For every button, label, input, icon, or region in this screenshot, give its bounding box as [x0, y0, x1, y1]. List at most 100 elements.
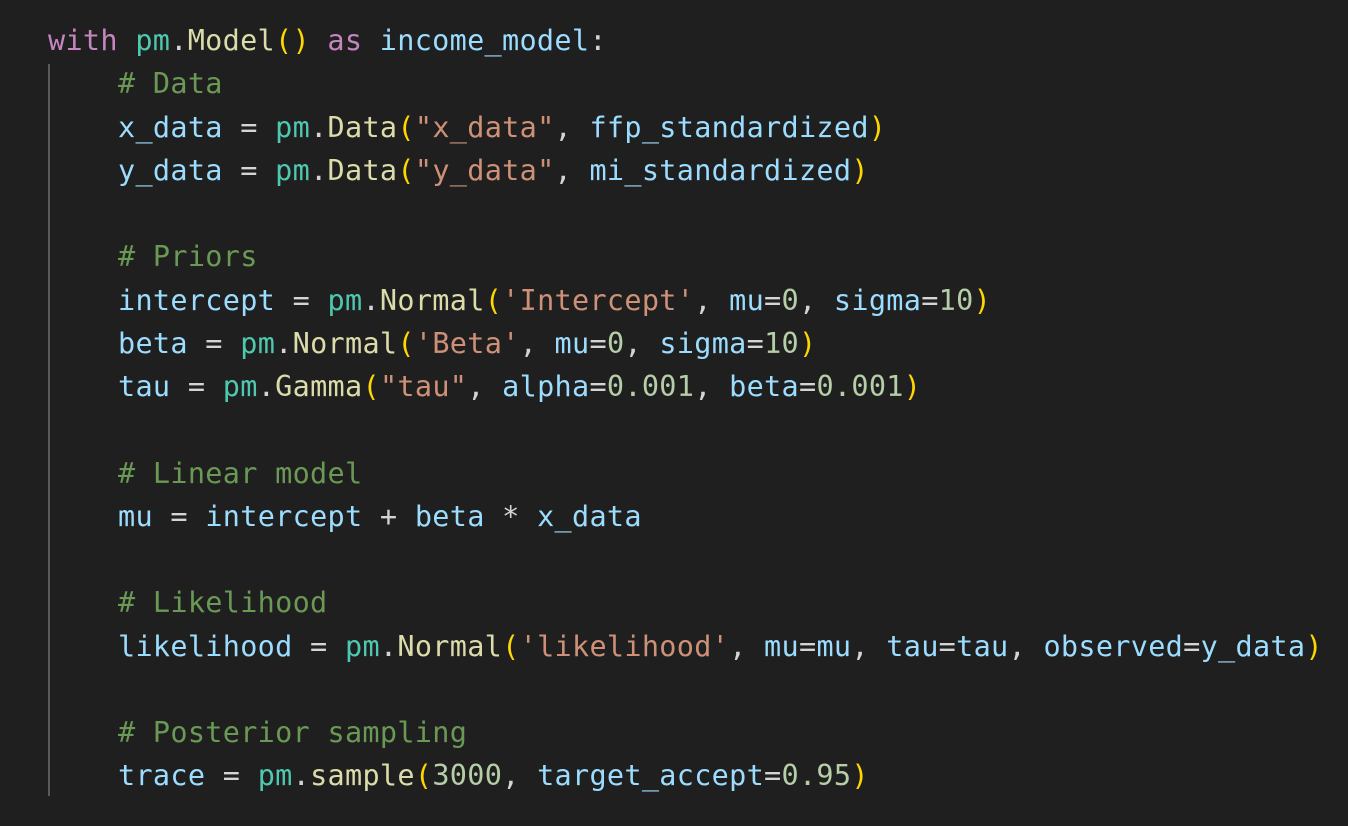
code-token: Data — [327, 110, 398, 144]
code-token: = — [746, 326, 765, 360]
code-token: ffp_standardized — [589, 110, 869, 144]
code-token: = — [222, 153, 276, 187]
code-token: () — [275, 24, 310, 57]
code-token: = — [798, 629, 817, 663]
code-token: tau — [956, 629, 1009, 663]
code-line[interactable]: x_data = pm.Data("x_data", ffp_standardi… — [48, 106, 1323, 149]
code-token: ( — [397, 110, 415, 144]
code-token: , — [624, 326, 660, 360]
code-token: pm — [240, 326, 276, 360]
code-token: ) — [903, 370, 922, 403]
code-editor[interactable]: with pm.Model() as income_model: # Data x_… — [0, 0, 1348, 826]
code-token: pm — [344, 629, 380, 663]
blank-line[interactable] — [48, 538, 1323, 581]
code-token: # Posterior sampling — [118, 716, 468, 749]
code-token: = — [1183, 629, 1201, 663]
code-token: # Data — [118, 67, 223, 101]
code-token: mi_standardized — [589, 153, 852, 187]
code-token: intercept — [205, 499, 363, 533]
code-line[interactable]: # Data — [48, 62, 1323, 105]
code-token: # Linear model — [118, 456, 363, 490]
code-token: . — [170, 24, 188, 57]
code-token: * — [484, 499, 538, 533]
code-token: 'Beta' — [414, 326, 520, 360]
code-token: likelihood — [118, 629, 293, 663]
code-token: sigma — [833, 283, 922, 317]
code-token: Normal — [379, 283, 485, 317]
code-token: 10 — [764, 326, 800, 360]
code-token: . — [310, 153, 328, 187]
code-token: + — [362, 499, 415, 533]
code-line[interactable]: # Linear model — [48, 452, 1323, 495]
code-line[interactable]: trace = pm.sample(3000, target_accept=0.… — [48, 754, 1323, 797]
code-line[interactable]: # Priors — [48, 235, 1323, 278]
code-token: Normal — [397, 629, 503, 663]
code-token: 'likelihood' — [519, 629, 730, 663]
code-token: mu — [554, 326, 590, 360]
code-token: ) — [799, 326, 817, 360]
code-token: 0.95 — [781, 759, 852, 793]
code-token: y_data — [1200, 629, 1306, 663]
code-token: = — [589, 326, 607, 360]
code-token: Gamma — [275, 370, 363, 403]
code-line[interactable]: # Posterior sampling — [48, 711, 1323, 754]
code-token: = — [187, 326, 241, 360]
code-token: pm — [222, 370, 258, 403]
code-token: ( — [484, 283, 503, 317]
code-token: intercept — [118, 283, 276, 317]
code-line[interactable]: y_data = pm.Data("y_data", mi_standardiz… — [48, 149, 1323, 192]
code-token: . — [362, 283, 380, 317]
code-token: ) — [973, 283, 992, 317]
code-token: = — [170, 370, 223, 403]
code-token: Model — [187, 24, 275, 57]
code-token: = — [921, 283, 939, 317]
blank-line[interactable] — [48, 408, 1323, 451]
code-block[interactable]: with pm.Model() as income_model: # Data x_… — [48, 19, 1323, 798]
code-token: pm — [275, 153, 311, 187]
code-token: , — [694, 370, 730, 403]
code-token: ) — [1305, 629, 1323, 663]
code-token: = — [764, 283, 782, 317]
code-token: mu — [118, 499, 153, 533]
code-line[interactable]: mu = intercept + beta * x_data — [48, 495, 1323, 538]
code-token: alpha — [502, 370, 590, 403]
code-token: ) — [851, 153, 869, 187]
code-token: beta — [414, 499, 485, 533]
code-token: 0.001 — [816, 370, 904, 403]
code-token: sample — [310, 759, 415, 793]
code-line[interactable]: likelihood = pm.Normal('likelihood', mu=… — [48, 625, 1323, 668]
code-token: pm — [135, 24, 171, 57]
code-token: = — [205, 759, 258, 793]
code-token: Normal — [292, 326, 398, 360]
code-token: income_model — [379, 24, 590, 57]
code-token: x_data — [537, 499, 642, 533]
code-token: = — [589, 370, 607, 403]
blank-line[interactable] — [48, 668, 1323, 711]
code-token: Data — [327, 153, 398, 187]
code-token: pm — [327, 283, 363, 317]
code-line[interactable]: # Likelihood — [48, 581, 1323, 624]
code-line[interactable]: tau = pm.Gamma("tau", alpha=0.001, beta=… — [48, 365, 1323, 408]
code-line[interactable]: intercept = pm.Normal('Intercept', mu=0,… — [48, 279, 1323, 322]
code-token: # Priors — [118, 240, 258, 274]
code-token: , — [851, 629, 887, 663]
code-token: ( — [414, 759, 433, 793]
code-token: , — [519, 326, 555, 360]
code-token: observed — [1043, 629, 1184, 663]
code-token: 10 — [938, 283, 974, 317]
code-token: mu — [816, 629, 852, 663]
code-token: ) — [868, 110, 887, 144]
code-token: = — [938, 629, 957, 663]
code-token: x_data — [118, 110, 223, 144]
code-token: . — [379, 629, 398, 663]
code-token: tau — [886, 629, 939, 663]
blank-line[interactable] — [48, 192, 1323, 235]
code-line[interactable]: with pm.Model() as income_model: — [48, 19, 1323, 62]
code-token: = — [764, 759, 782, 793]
code-token: pm — [257, 759, 293, 793]
code-token: , — [554, 153, 590, 187]
code-line[interactable]: beta = pm.Normal('Beta', mu=0, sigma=10) — [48, 322, 1323, 365]
code-token: trace — [118, 759, 206, 793]
